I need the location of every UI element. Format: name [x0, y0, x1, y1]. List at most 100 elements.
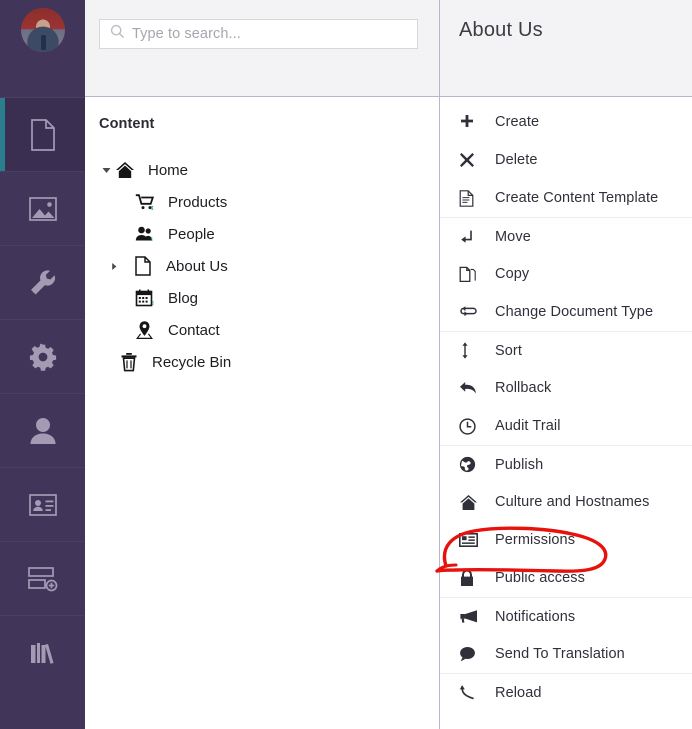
- permissions-card-icon: [459, 533, 485, 547]
- tree-node-contact[interactable]: Contact: [85, 314, 439, 346]
- user-icon: [29, 416, 57, 446]
- search-header: Type to search...: [85, 0, 439, 97]
- action-notifications[interactable]: Notifications: [440, 597, 692, 635]
- action-copy[interactable]: Copy: [440, 255, 692, 293]
- action-culture-and-hostnames[interactable]: Culture and Hostnames: [440, 483, 692, 521]
- action-label: Publish: [495, 456, 544, 473]
- people-icon: [133, 225, 157, 243]
- sidebar-item-content[interactable]: [0, 97, 85, 171]
- action-permissions[interactable]: Permissions: [440, 521, 692, 559]
- lock-icon: [459, 569, 485, 587]
- actions-list: Create Delete Create Content Template Mo…: [440, 97, 692, 729]
- action-rollback[interactable]: Rollback: [440, 369, 692, 407]
- form-icon: [27, 566, 59, 592]
- action-label: Create Content Template: [495, 190, 659, 206]
- chevron-placeholder-icon: [119, 230, 133, 239]
- calendar-icon: [133, 289, 157, 308]
- action-label: Sort: [495, 342, 522, 359]
- search-icon: [110, 24, 125, 44]
- books-icon: [28, 640, 58, 666]
- app-window: Type to search... Content Home Products …: [0, 0, 692, 729]
- tree-node-recycle-bin[interactable]: Recycle Bin: [85, 346, 439, 378]
- sidebar-item-media[interactable]: [0, 171, 85, 245]
- x-icon: [459, 152, 485, 168]
- action-reload[interactable]: Reload: [440, 673, 692, 711]
- swap-icon: [459, 305, 485, 319]
- action-label: Audit Trail: [495, 418, 561, 434]
- chevron-right-icon[interactable]: [107, 262, 121, 271]
- avatar-detail: [40, 35, 46, 51]
- cart-icon: [133, 193, 157, 211]
- tree-node-label: People: [168, 225, 215, 243]
- sort-icon: [459, 342, 485, 359]
- sidebar-item-packages[interactable]: [0, 615, 85, 689]
- wrench-icon: [28, 268, 58, 298]
- action-label: Notifications: [495, 608, 576, 625]
- action-label: Change Document Type: [495, 304, 654, 320]
- trash-icon: [117, 352, 141, 372]
- action-move[interactable]: Move: [440, 217, 692, 255]
- action-sort[interactable]: Sort: [440, 331, 692, 369]
- action-label: Move: [495, 228, 531, 245]
- home-icon: [459, 494, 485, 511]
- action-label: Create: [495, 114, 540, 130]
- chevron-placeholder-icon: [119, 294, 133, 303]
- home-icon: [113, 161, 137, 179]
- page-title: Content: [99, 116, 155, 132]
- megaphone-icon: [459, 609, 485, 624]
- action-send-to-translation[interactable]: Send To Translation: [440, 635, 692, 673]
- copy-icon: [459, 266, 485, 283]
- avatar[interactable]: [20, 8, 65, 52]
- action-label: Copy: [495, 266, 530, 282]
- sidebar-item-users[interactable]: [0, 393, 85, 467]
- chevron-down-icon[interactable]: [99, 166, 113, 175]
- actions-panel: About Us Create Delete Create Content Te…: [440, 0, 692, 729]
- clock-icon: [459, 417, 485, 435]
- action-label: Rollback: [495, 380, 552, 396]
- document-icon: [28, 118, 58, 152]
- avatar-zone: [0, 0, 85, 97]
- tree-node-about-us[interactable]: About Us: [85, 250, 439, 282]
- undo-arrow-icon: [459, 381, 485, 396]
- id-card-icon: [28, 493, 58, 517]
- speech-bubble-icon: [459, 646, 485, 662]
- tree-node-label: Blog: [168, 289, 199, 307]
- action-create[interactable]: Create: [440, 103, 692, 141]
- image-icon: [28, 196, 58, 222]
- app-rail: [0, 0, 85, 729]
- content-tree-panel: Type to search... Content Home Products …: [85, 0, 440, 729]
- tree-node-label: Products: [168, 193, 228, 211]
- action-label: Public access: [495, 570, 585, 586]
- actions-header: About Us: [440, 0, 692, 97]
- sidebar-item-members[interactable]: [0, 467, 85, 541]
- actions-title: About Us: [459, 19, 543, 41]
- sidebar-item-forms[interactable]: [0, 541, 85, 615]
- plus-icon: [459, 114, 485, 130]
- action-public-access[interactable]: Public access: [440, 559, 692, 597]
- tree-node-people[interactable]: People: [85, 218, 439, 250]
- move-icon: [459, 229, 485, 245]
- action-change-document-type[interactable]: Change Document Type: [440, 293, 692, 331]
- action-audit-trail[interactable]: Audit Trail: [440, 407, 692, 445]
- tree-node-label: Contact: [168, 321, 220, 339]
- action-label: Culture and Hostnames: [495, 494, 650, 510]
- reload-icon: [459, 684, 485, 701]
- tree-body: Content Home Products People About Us Bl…: [85, 97, 439, 729]
- sidebar-item-developer[interactable]: [0, 319, 85, 393]
- tree-node-label: Home: [148, 161, 189, 179]
- chevron-placeholder-icon: [119, 198, 133, 207]
- action-label: Reload: [495, 684, 542, 701]
- tree-node-label: Recycle Bin: [152, 353, 232, 371]
- action-publish[interactable]: Publish: [440, 445, 692, 483]
- sidebar-item-settings[interactable]: [0, 245, 85, 319]
- tree-node-home[interactable]: Home: [85, 154, 439, 186]
- gear-icon: [28, 342, 58, 372]
- search-input[interactable]: Type to search...: [99, 19, 418, 49]
- chevron-placeholder-icon: [103, 358, 117, 367]
- document-template-icon: [459, 189, 485, 207]
- tree-node-products[interactable]: Products: [85, 186, 439, 218]
- tree-node-blog[interactable]: Blog: [85, 282, 439, 314]
- action-create-content-template[interactable]: Create Content Template: [440, 179, 692, 217]
- action-label: Delete: [495, 152, 538, 168]
- action-delete[interactable]: Delete: [440, 141, 692, 179]
